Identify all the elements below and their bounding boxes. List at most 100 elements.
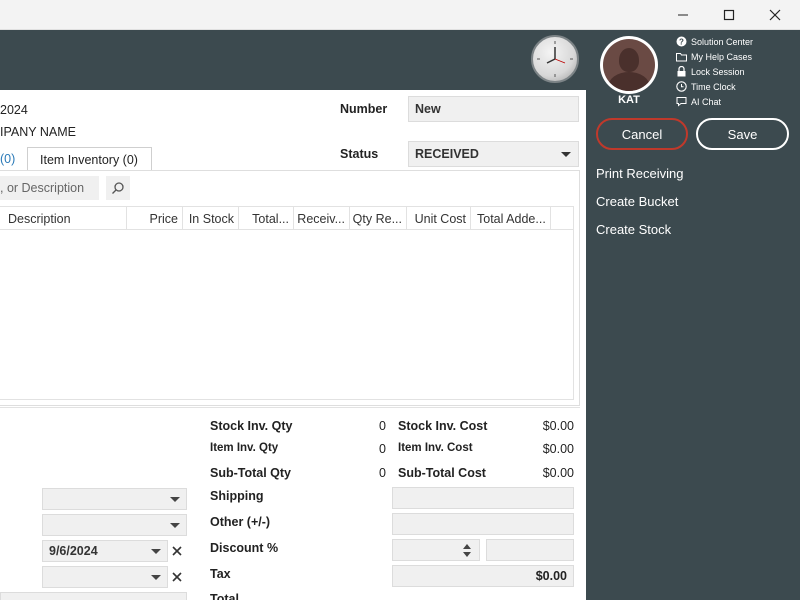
quick-links: ? Solution Center My Help Cases Lock Ses… xyxy=(676,34,753,109)
chevron-down-icon xyxy=(170,523,180,528)
minimize-button[interactable] xyxy=(660,0,706,30)
discount-amount-input[interactable] xyxy=(486,539,574,561)
number-field[interactable]: New xyxy=(408,96,579,122)
clock-icon xyxy=(676,81,687,92)
tax-label: Tax xyxy=(210,567,231,581)
clear-date-button[interactable] xyxy=(170,544,184,558)
clear-select-button[interactable] xyxy=(170,570,184,584)
stock-inv-qty-value: 0 xyxy=(379,419,386,433)
folder-icon xyxy=(676,51,687,62)
quick-link-label: AI Chat xyxy=(691,96,722,107)
maximize-button[interactable] xyxy=(706,0,752,30)
stepper-down-icon[interactable] xyxy=(463,552,471,557)
section-divider xyxy=(0,407,580,408)
chevron-down-icon xyxy=(170,497,180,502)
other-label: Other (+/-) xyxy=(210,515,271,529)
create-bucket-link[interactable]: Create Bucket xyxy=(596,194,678,209)
top-header xyxy=(0,30,586,90)
quick-link-lock-session[interactable]: Lock Session xyxy=(676,64,753,79)
subtotal-cost-value: $0.00 xyxy=(542,466,574,480)
other-input[interactable] xyxy=(392,513,574,535)
chevron-down-icon xyxy=(151,575,161,580)
help-icon: ? xyxy=(676,36,687,47)
title-bar xyxy=(0,0,800,30)
column-received[interactable]: Receiv... xyxy=(294,207,350,230)
discount-label: Discount % xyxy=(210,541,279,555)
column-in-stock[interactable]: In Stock xyxy=(183,207,239,230)
quick-link-label: Time Clock xyxy=(691,81,736,92)
date-select[interactable]: 9/6/2024 xyxy=(42,540,168,562)
column-qty-received[interactable]: Qty Re... xyxy=(350,207,407,230)
number-label: Number xyxy=(340,102,388,116)
subtotal-cost-label: Sub-Total Cost xyxy=(398,466,486,480)
print-receiving-link[interactable]: Print Receiving xyxy=(596,166,683,181)
stock-inv-cost-value: $0.00 xyxy=(542,419,574,433)
tab-stock-inventory[interactable]: (0) xyxy=(0,147,27,171)
item-inv-cost-value: $0.00 xyxy=(542,442,574,456)
status-value: RECEIVED xyxy=(415,147,479,161)
quick-link-my-help-cases[interactable]: My Help Cases xyxy=(676,49,753,64)
left-select-4[interactable] xyxy=(42,566,168,588)
quick-link-label: Lock Session xyxy=(691,66,745,77)
right-sidebar: KAT ? Solution Center My Help Cases Lock… xyxy=(586,30,800,600)
quick-link-label: Solution Center xyxy=(691,36,754,47)
chat-icon xyxy=(676,96,687,107)
tax-field: $0.00 xyxy=(392,565,574,587)
close-button[interactable] xyxy=(752,0,798,30)
date-text: 2024 xyxy=(0,103,28,117)
minimize-icon xyxy=(678,14,688,16)
left-select-1[interactable] xyxy=(42,488,187,510)
search-button[interactable] xyxy=(106,176,130,200)
subtotal-qty-value: 0 xyxy=(379,466,386,480)
number-value: New xyxy=(415,102,441,116)
subtotal-qty-label: Sub-Total Qty xyxy=(210,466,292,480)
left-select-2[interactable] xyxy=(42,514,187,536)
stock-inv-qty-label: Stock Inv. Qty xyxy=(210,419,293,433)
stepper-up-icon[interactable] xyxy=(463,544,471,549)
search-input[interactable]: , or Description xyxy=(0,176,99,200)
shipping-label: Shipping xyxy=(210,489,264,503)
svg-text:?: ? xyxy=(679,38,684,47)
column-unit-cost[interactable]: Unit Cost xyxy=(407,207,471,230)
avatar[interactable] xyxy=(600,36,658,94)
close-icon xyxy=(172,572,182,582)
close-icon xyxy=(172,546,182,556)
lock-icon xyxy=(676,66,687,77)
left-field-5[interactable] xyxy=(0,592,187,600)
item-inv-cost-label: Item Inv. Cost xyxy=(398,442,473,454)
tax-value: $0.00 xyxy=(535,569,567,583)
save-button[interactable]: Save xyxy=(696,118,789,150)
maximize-icon xyxy=(723,9,735,21)
column-spacer xyxy=(551,207,574,230)
item-inv-qty-label: Item Inv. Qty xyxy=(210,442,279,454)
quick-link-solution-center[interactable]: ? Solution Center xyxy=(676,34,753,49)
status-select[interactable]: RECEIVED xyxy=(408,141,579,167)
tab-item-inventory[interactable]: Item Inventory (0) xyxy=(27,147,152,171)
cancel-button[interactable]: Cancel xyxy=(596,118,688,150)
create-stock-link[interactable]: Create Stock xyxy=(596,222,671,237)
total-label: Total xyxy=(210,592,239,600)
close-icon xyxy=(769,9,781,21)
column-price[interactable]: Price xyxy=(127,207,183,230)
column-total-added[interactable]: Total Adde... xyxy=(471,207,551,230)
stock-inv-cost-label: Stock Inv. Cost xyxy=(398,419,488,433)
item-inv-qty-value: 0 xyxy=(379,442,386,456)
column-total[interactable]: Total... xyxy=(239,207,294,230)
search-icon xyxy=(112,182,124,194)
grid-body[interactable] xyxy=(0,230,574,400)
chevron-down-icon xyxy=(561,152,571,157)
discount-stepper[interactable] xyxy=(392,539,480,561)
company-name-text: IPANY NAME xyxy=(0,125,76,139)
user-icon xyxy=(603,39,655,91)
shipping-input[interactable] xyxy=(392,487,574,509)
chevron-down-icon xyxy=(151,549,161,554)
status-label: Status xyxy=(340,147,379,161)
quick-link-ai-chat[interactable]: AI Chat xyxy=(676,94,753,109)
column-description[interactable]: Description xyxy=(0,207,127,230)
quick-link-time-clock[interactable]: Time Clock xyxy=(676,79,753,94)
clock-icon[interactable] xyxy=(531,35,579,83)
date-value: 9/6/2024 xyxy=(49,544,98,558)
grid-header: Description Price In Stock Total... Rece… xyxy=(0,206,574,230)
quick-link-label: My Help Cases xyxy=(691,51,753,62)
user-name: KAT xyxy=(618,94,640,106)
